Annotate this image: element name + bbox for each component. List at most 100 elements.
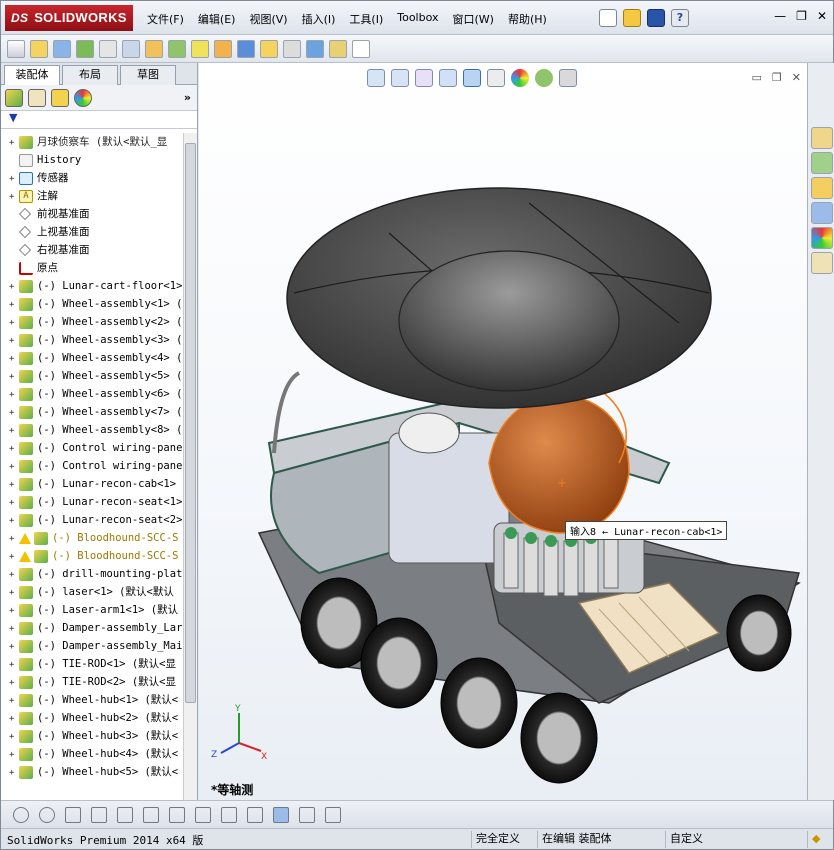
- open-folder-icon[interactable]: [623, 9, 641, 27]
- menu-item-7[interactable]: 帮助(H): [508, 11, 547, 27]
- bill-of-materials-icon[interactable]: [214, 39, 232, 58]
- tab-0[interactable]: 装配体: [4, 65, 60, 85]
- rebuild-icon[interactable]: ◆: [807, 831, 824, 848]
- mate-icon[interactable]: [30, 39, 48, 58]
- four-view-icon[interactable]: [325, 806, 341, 823]
- tree-item[interactable]: + A 注解: [1, 187, 184, 205]
- point-icon[interactable]: [13, 806, 29, 823]
- offset-icon[interactable]: [195, 806, 211, 823]
- menu-item-3[interactable]: 插入(I): [302, 11, 336, 27]
- appearances-icon[interactable]: [810, 227, 833, 249]
- tree-item[interactable]: 右视基准面: [1, 241, 184, 259]
- smart-fasteners-icon[interactable]: [76, 39, 94, 58]
- solidworks-resources-icon[interactable]: [810, 127, 833, 149]
- close-button[interactable]: ✕: [817, 9, 827, 23]
- tree-item[interactable]: + (-) Control wiring-pane: [1, 457, 184, 475]
- menu-item-6[interactable]: 窗口(W): [452, 11, 493, 27]
- tree-root[interactable]: + 月球侦察车 (默认<默认_显: [1, 133, 184, 151]
- expand-toggle-icon[interactable]: +: [9, 386, 19, 404]
- tree-item[interactable]: + (-) drill-mounting-plat: [1, 565, 184, 583]
- expand-toggle-icon[interactable]: +: [9, 494, 19, 512]
- expand-toggle-icon[interactable]: +: [9, 458, 19, 476]
- mirror-icon[interactable]: [169, 806, 185, 823]
- expand-toggle-icon[interactable]: +: [9, 332, 19, 350]
- tab-2[interactable]: 草图: [120, 65, 176, 85]
- explode-line-sketch-icon[interactable]: [260, 39, 278, 58]
- line-icon[interactable]: [91, 806, 107, 823]
- tree-item[interactable]: 原点: [1, 259, 184, 277]
- tree-scrollbar[interactable]: [183, 133, 197, 828]
- feature-manager-icon[interactable]: [5, 88, 23, 107]
- view-cube-icon[interactable]: [273, 806, 289, 823]
- tree-item[interactable]: + (-) Laser-arm1<1> (默认: [1, 601, 184, 619]
- expand-toggle-icon[interactable]: +: [9, 440, 19, 458]
- expand-toggle-icon[interactable]: +: [9, 584, 19, 602]
- component-pattern-icon[interactable]: [53, 39, 71, 58]
- expand-toggle-icon[interactable]: +: [9, 368, 19, 386]
- tree-item[interactable]: + (-) laser<1> (默认<默认: [1, 583, 184, 601]
- tree-item[interactable]: + (-) Wheel-assembly<2> (: [1, 313, 184, 331]
- configuration-manager-icon[interactable]: [51, 88, 69, 107]
- menu-item-0[interactable]: 文件(F): [147, 11, 184, 27]
- tree-item[interactable]: + (-) Wheel-assembly<6> (: [1, 385, 184, 403]
- filter-icon[interactable]: ▼: [9, 111, 17, 124]
- tree-item[interactable]: + (-) Wheel-assembly<4> (: [1, 349, 184, 367]
- expand-toggle-icon[interactable]: +: [9, 296, 19, 314]
- expand-toggle-icon[interactable]: +: [9, 638, 19, 656]
- expand-toggle-icon[interactable]: +: [9, 602, 19, 620]
- expand-toggle-icon[interactable]: +: [9, 674, 19, 692]
- expand-toggle-icon[interactable]: +: [9, 548, 19, 566]
- file-explorer-icon[interactable]: [810, 177, 833, 199]
- exploded-view-icon[interactable]: [237, 39, 255, 58]
- tree-item[interactable]: + (-) Wheel-assembly<7> (: [1, 403, 184, 421]
- expand-toggle-icon[interactable]: +: [9, 764, 19, 782]
- tree-item[interactable]: + (-) Wheel-hub<1> (默认<: [1, 691, 184, 709]
- expand-toggle-icon[interactable]: +: [9, 404, 19, 422]
- tree-item[interactable]: + (-) Wheel-assembly<8> (: [1, 421, 184, 439]
- new-motion-study-icon[interactable]: [191, 39, 209, 58]
- interference-detection-icon[interactable]: [283, 39, 301, 58]
- expand-toggle-icon[interactable]: +: [9, 350, 19, 368]
- expand-toggle-icon[interactable]: +: [9, 710, 19, 728]
- tree-item[interactable]: + (-) Lunar-recon-seat<2>: [1, 511, 184, 529]
- view-palette-icon[interactable]: [810, 202, 833, 224]
- tree-item[interactable]: + (-) Wheel-assembly<5> (: [1, 367, 184, 385]
- assembly-features-icon[interactable]: [145, 39, 163, 58]
- display-manager-icon[interactable]: [74, 88, 92, 107]
- expand-toggle-icon[interactable]: +: [9, 566, 19, 584]
- expand-toggle-icon[interactable]: +: [9, 656, 19, 674]
- tree-item[interactable]: + (-) Lunar-recon-cab<1>: [1, 475, 184, 493]
- instant3d-icon[interactable]: [352, 39, 370, 58]
- tree-item[interactable]: + (-) Control wiring-pane: [1, 439, 184, 457]
- split-view-icon[interactable]: [299, 806, 315, 823]
- tree-item[interactable]: + (-) Wheel-hub<2> (默认<: [1, 709, 184, 727]
- expand-toggle-icon[interactable]: +: [9, 746, 19, 764]
- tree-item[interactable]: History: [1, 151, 184, 169]
- design-library-icon[interactable]: [810, 152, 833, 174]
- menu-item-5[interactable]: Toolbox: [397, 11, 438, 27]
- help-icon[interactable]: ?: [671, 9, 689, 27]
- restore-button[interactable]: ❐: [796, 9, 807, 23]
- tree-item[interactable]: + (-) Lunar-cart-floor<1>: [1, 277, 184, 295]
- property-manager-icon[interactable]: [28, 88, 46, 107]
- tree-item[interactable]: + (-) Wheel-hub<4> (默认<: [1, 745, 184, 763]
- dimension-icon[interactable]: [247, 806, 263, 823]
- custom-units[interactable]: 自定义: [665, 831, 707, 848]
- trim-icon[interactable]: [117, 806, 133, 823]
- minimize-button[interactable]: —: [774, 9, 786, 23]
- expand-toggle-icon[interactable]: +: [9, 134, 19, 152]
- tab-1[interactable]: 布局: [62, 65, 118, 85]
- extend-icon[interactable]: [143, 806, 159, 823]
- menu-item-1[interactable]: 编辑(E): [198, 11, 236, 27]
- tree-item[interactable]: + (-) Bloodhound-SCC-S: [1, 547, 184, 565]
- tree-item[interactable]: 前视基准面: [1, 205, 184, 223]
- expand-toggle-icon[interactable]: +: [9, 530, 19, 548]
- insert-component-icon[interactable]: [7, 39, 25, 58]
- rover-model[interactable]: + Y X Z: [199, 63, 807, 800]
- save-icon[interactable]: [647, 9, 665, 27]
- expand-toggle-icon[interactable]: +: [9, 692, 19, 710]
- custom-properties-icon[interactable]: [810, 252, 833, 274]
- expand-toggle-icon[interactable]: +: [9, 314, 19, 332]
- tree-item[interactable]: + 传感器: [1, 169, 184, 187]
- tree-item[interactable]: + (-) Lunar-recon-seat<1>: [1, 493, 184, 511]
